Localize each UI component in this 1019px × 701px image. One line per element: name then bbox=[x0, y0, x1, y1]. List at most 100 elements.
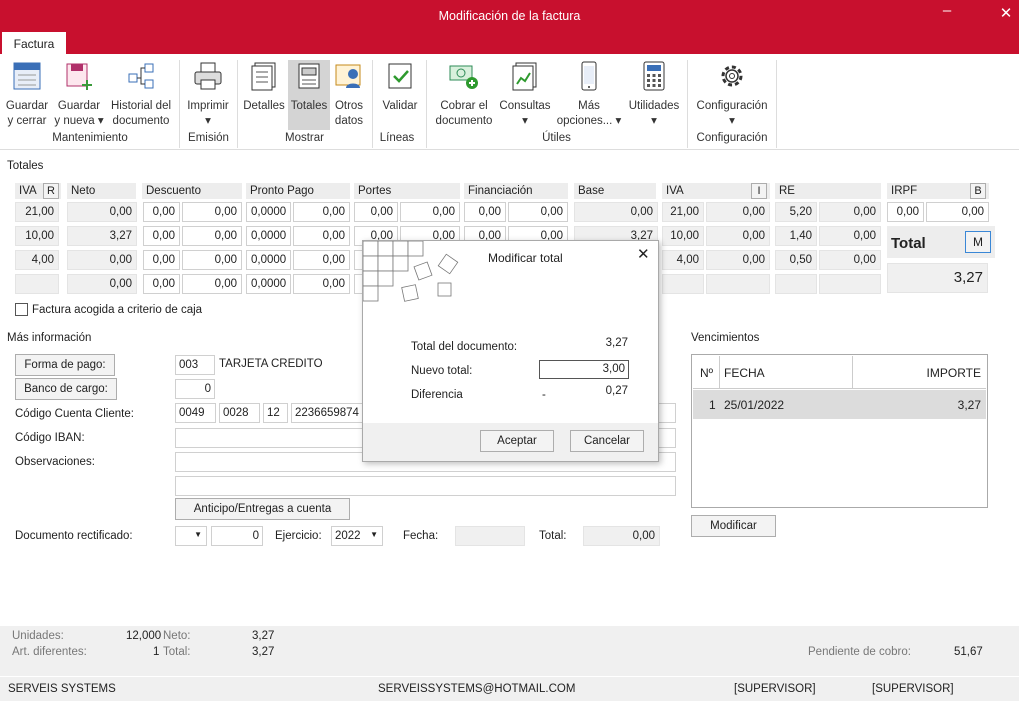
anticipo-button[interactable]: Anticipo/Entregas a cuenta bbox=[175, 498, 350, 520]
irpf-b-button[interactable]: B bbox=[970, 183, 986, 199]
totales-cell-d2[interactable]: 0,00 bbox=[182, 202, 242, 222]
cuenta-oficina-input[interactable]: 0028 bbox=[219, 403, 260, 423]
totales-cell-r1 bbox=[775, 274, 817, 294]
totales-cell-d1[interactable]: 0,00 bbox=[143, 250, 180, 270]
total-rect-label: Total: bbox=[539, 530, 567, 542]
consultas-l1: Consultas bbox=[499, 100, 551, 112]
col-divider bbox=[852, 356, 853, 389]
imprimir-button[interactable]: Imprimir ▾ bbox=[184, 60, 232, 129]
totales-cell-d1[interactable]: 0,00 bbox=[143, 274, 180, 294]
cancelar-button[interactable]: Cancelar bbox=[570, 430, 644, 452]
guardar-cerrar-l1: Guardar bbox=[5, 100, 49, 112]
irpf-amount-cell[interactable]: 0,00 bbox=[926, 202, 989, 222]
guardar-nueva-button[interactable]: Guardar y nueva ▾ bbox=[54, 60, 104, 129]
unidades-label: Unidades: bbox=[12, 630, 64, 642]
aceptar-button[interactable]: Aceptar bbox=[480, 430, 554, 452]
consultas-button[interactable]: Consultas ▾ bbox=[498, 60, 552, 129]
totales-cell-r2: 0,00 bbox=[819, 250, 881, 270]
totales-cell-p1[interactable]: 0,0000 bbox=[246, 202, 291, 222]
cuenta-entidad-input[interactable]: 0049 bbox=[175, 403, 216, 423]
re-header: RE bbox=[775, 183, 881, 199]
doc-rectificado-select[interactable]: ▼ bbox=[175, 526, 207, 546]
guardar-cerrar-button[interactable]: Guardar y cerrar bbox=[4, 60, 50, 129]
group-configuracion: Configuración bbox=[696, 132, 768, 144]
cobrar-button[interactable]: Cobrar el documento bbox=[432, 60, 496, 129]
otros-datos-button[interactable]: Otros datos bbox=[331, 60, 367, 129]
ejercicio-select[interactable]: 2022 ▼ bbox=[331, 526, 383, 546]
totales-section-title: Totales bbox=[7, 160, 44, 172]
ribbon: Guardar y cerrar Guardar y nueva ▾ Histo… bbox=[0, 54, 1019, 198]
totales-cell-f2[interactable]: 0,00 bbox=[508, 202, 568, 222]
criterio-caja-checkbox[interactable] bbox=[15, 303, 28, 316]
totales-cell-i1: 21,00 bbox=[662, 202, 704, 222]
banco-cargo-button[interactable]: Banco de cargo: bbox=[15, 378, 117, 400]
forma-pago-code-input[interactable]: 003 bbox=[175, 355, 215, 375]
totales-cell-r2: 0,00 bbox=[819, 226, 881, 246]
vencimientos-table: Nº FECHA IMPORTE 1 25/01/2022 3,27 bbox=[691, 354, 988, 508]
forma-pago-button[interactable]: Forma de pago: bbox=[15, 354, 115, 376]
irpf-pct-cell[interactable]: 0,00 bbox=[887, 202, 924, 222]
detalles-button[interactable]: Detalles bbox=[242, 60, 286, 130]
diferencia-label: Diferencia bbox=[411, 389, 463, 401]
close-window-button[interactable]: ✕ bbox=[995, 4, 1017, 22]
table-row[interactable]: 1 25/01/2022 3,27 bbox=[693, 390, 986, 419]
observaciones-input-2[interactable] bbox=[175, 476, 676, 496]
totales-cell-d1[interactable]: 0,00 bbox=[143, 202, 180, 222]
totales-cell-i1: 4,00 bbox=[662, 250, 704, 270]
modificar-button[interactable]: Modificar bbox=[691, 515, 776, 537]
totales-cell-d1[interactable]: 0,00 bbox=[143, 226, 180, 246]
totales-cell-iva: 10,00 bbox=[15, 226, 59, 246]
totales-cell-po2[interactable]: 0,00 bbox=[400, 202, 460, 222]
mobile-icon bbox=[581, 61, 597, 91]
status-bar: Unidades: 12,000 Neto: 3,27 Art. diferen… bbox=[0, 626, 1019, 701]
minimize-button[interactable]: – bbox=[936, 2, 958, 19]
utilidades-l2: ▾ bbox=[651, 115, 657, 127]
totales-cell-p2[interactable]: 0,00 bbox=[293, 226, 350, 246]
irpf-header-label: IRPF bbox=[891, 185, 918, 197]
totales-cell-i2: 0,00 bbox=[706, 250, 770, 270]
total-m-button[interactable]: M bbox=[965, 231, 991, 253]
totales-cell-d2[interactable]: 0,00 bbox=[182, 274, 242, 294]
row-importe: 3,27 bbox=[957, 398, 981, 412]
row-fecha: 25/01/2022 bbox=[724, 398, 785, 412]
totales-cell-p2[interactable]: 0,00 bbox=[293, 274, 350, 294]
totales-cell-neto: 3,27 bbox=[67, 226, 137, 246]
validar-button[interactable]: Validar bbox=[378, 60, 422, 114]
totales-cell-p1[interactable]: 0,0000 bbox=[246, 226, 291, 246]
portes-header: Portes bbox=[354, 183, 460, 199]
dialog-close-icon[interactable]: ✕ bbox=[637, 245, 650, 263]
dialog-decoration-icon bbox=[363, 241, 459, 302]
totales-cell-f1[interactable]: 0,00 bbox=[464, 202, 506, 222]
totales-cell-po1[interactable]: 0,00 bbox=[354, 202, 398, 222]
totales-cell-i2: 0,00 bbox=[706, 226, 770, 246]
calculator-icon bbox=[643, 61, 665, 91]
pendiente-value: 51,67 bbox=[954, 646, 983, 658]
iva-header-label: IVA bbox=[19, 185, 37, 197]
banco-cargo-input[interactable]: 0 bbox=[175, 379, 215, 399]
totales-cell-p2[interactable]: 0,00 bbox=[293, 250, 350, 270]
historial-button[interactable]: Historial del documento bbox=[108, 60, 174, 129]
totales-button[interactable]: Totales bbox=[288, 60, 330, 130]
guardar-nueva-l1: Guardar bbox=[57, 100, 101, 112]
cuenta-dc-input[interactable]: 12 bbox=[263, 403, 288, 423]
mas-opciones-button[interactable]: Más opciones... ▾ bbox=[556, 60, 622, 129]
iva-r-button[interactable]: R bbox=[43, 183, 59, 199]
masinfo-section-title: Más información bbox=[7, 332, 92, 344]
configuracion-button[interactable]: Configuración ▾ bbox=[692, 60, 772, 129]
totales-cell-p1[interactable]: 0,0000 bbox=[246, 274, 291, 294]
totales-cell-p1[interactable]: 0,0000 bbox=[246, 250, 291, 270]
totales-cell-p2[interactable]: 0,00 bbox=[293, 202, 350, 222]
totales-cell-d2[interactable]: 0,00 bbox=[182, 226, 242, 246]
utilidades-button[interactable]: Utilidades ▾ bbox=[626, 60, 682, 129]
cobrar-l1: Cobrar el bbox=[440, 100, 488, 112]
totales-cell-d2[interactable]: 0,00 bbox=[182, 250, 242, 270]
totales-cell-neto: 0,00 bbox=[67, 250, 137, 270]
iban-label: Código IBAN: bbox=[15, 432, 85, 444]
doc-rectificado-num-input[interactable]: 0 bbox=[211, 526, 263, 546]
total-doc-label: Total del documento: bbox=[411, 341, 518, 353]
group-lineas: Líneas bbox=[379, 132, 415, 144]
totales-label: Totales bbox=[290, 100, 328, 112]
tab-factura[interactable]: Factura bbox=[2, 32, 66, 55]
nuevo-total-input[interactable]: 3,00 bbox=[539, 360, 629, 379]
iva-i-button[interactable]: I bbox=[751, 183, 767, 199]
